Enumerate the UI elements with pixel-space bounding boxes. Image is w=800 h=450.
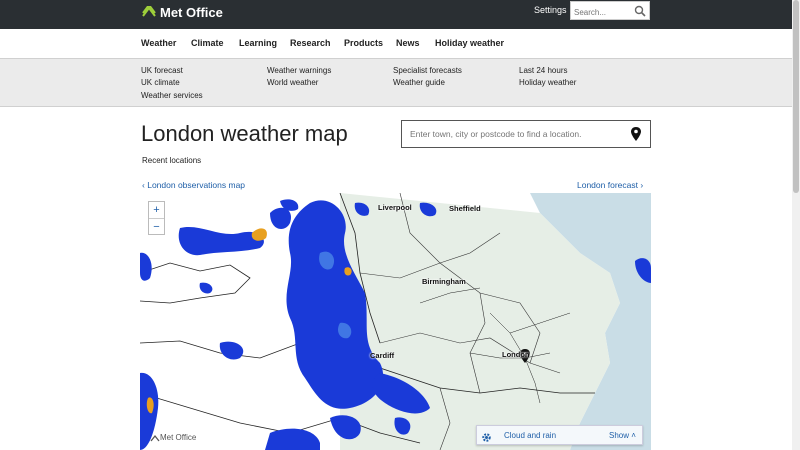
layer-label: Cloud and rain xyxy=(504,431,557,440)
logo-text: Met Office xyxy=(160,4,223,20)
city-label-sheffield: Sheffield xyxy=(449,204,481,213)
location-search[interactable] xyxy=(401,120,651,148)
city-label-london: London xyxy=(502,350,530,359)
nav-products[interactable]: Products xyxy=(344,38,383,48)
city-label-birmingham: Birmingham xyxy=(422,277,466,286)
layer-show-label: Show xyxy=(609,431,630,440)
city-label-liverpool: Liverpool xyxy=(378,203,412,212)
watermark-text: Met Office xyxy=(160,433,197,442)
main-nav: Weather Climate Learning Research Produc… xyxy=(0,29,792,59)
met-office-logo[interactable]: Met Office xyxy=(142,3,223,21)
observations-map-link-label: London observations map xyxy=(147,180,246,190)
map-watermark: Met Office xyxy=(150,433,196,442)
location-pin-icon[interactable] xyxy=(630,126,642,147)
city-label-cardiff: Cardiff xyxy=(370,351,395,360)
zoom-out-button[interactable]: − xyxy=(149,218,164,235)
gear-icon[interactable] xyxy=(481,430,492,448)
logo-icon xyxy=(142,6,156,17)
location-input[interactable] xyxy=(410,129,625,139)
search-icon[interactable] xyxy=(634,4,646,22)
london-forecast-link[interactable]: London forecast › xyxy=(577,180,643,190)
layer-show-toggle[interactable]: Show ˄ xyxy=(609,431,636,440)
nav-climate[interactable]: Climate xyxy=(191,38,224,48)
sub-weather-guide[interactable]: Weather guide xyxy=(393,78,445,87)
sub-world-weather[interactable]: World weather xyxy=(267,78,318,87)
zoom-controls: + − xyxy=(148,201,165,235)
top-bar: Met Office Settings xyxy=(0,0,792,29)
page-title: London weather map xyxy=(141,121,348,146)
sub-nav: UK forecast UK climate Weather services … xyxy=(0,59,792,107)
sub-uk-forecast[interactable]: UK forecast xyxy=(141,66,183,75)
weather-map[interactable] xyxy=(140,193,651,450)
chevron-left-icon: ‹ xyxy=(142,180,145,190)
sub-uk-climate[interactable]: UK climate xyxy=(141,78,180,87)
observations-map-link[interactable]: ‹ London observations map xyxy=(142,180,245,190)
london-forecast-link-label: London forecast xyxy=(577,180,638,190)
sub-weather-services[interactable]: Weather services xyxy=(141,91,203,100)
nav-weather[interactable]: Weather xyxy=(141,38,176,48)
sub-holiday-weather[interactable]: Holiday weather xyxy=(519,78,576,87)
map-canvas[interactable] xyxy=(140,193,651,450)
nav-research[interactable]: Research xyxy=(290,38,331,48)
chevron-right-icon: › xyxy=(640,180,644,190)
sub-specialist-forecasts[interactable]: Specialist forecasts xyxy=(393,66,462,75)
sub-weather-warnings[interactable]: Weather warnings xyxy=(267,66,331,75)
recent-locations[interactable]: Recent locations xyxy=(142,156,201,165)
nav-holiday-weather[interactable]: Holiday weather xyxy=(435,38,504,48)
search-box[interactable] xyxy=(570,1,650,20)
settings-link[interactable]: Settings xyxy=(534,5,567,15)
sub-last-24-hours[interactable]: Last 24 hours xyxy=(519,66,567,75)
met-office-watermark-icon xyxy=(150,434,160,441)
nav-learning[interactable]: Learning xyxy=(239,38,277,48)
scrollbar-thumb[interactable] xyxy=(793,0,799,193)
layer-control[interactable]: Cloud and rain Show ˄ xyxy=(476,425,643,445)
zoom-in-button[interactable]: + xyxy=(149,202,164,218)
nav-news[interactable]: News xyxy=(396,38,420,48)
search-input[interactable] xyxy=(574,8,634,17)
chevron-up-icon: ˄ xyxy=(631,431,636,440)
